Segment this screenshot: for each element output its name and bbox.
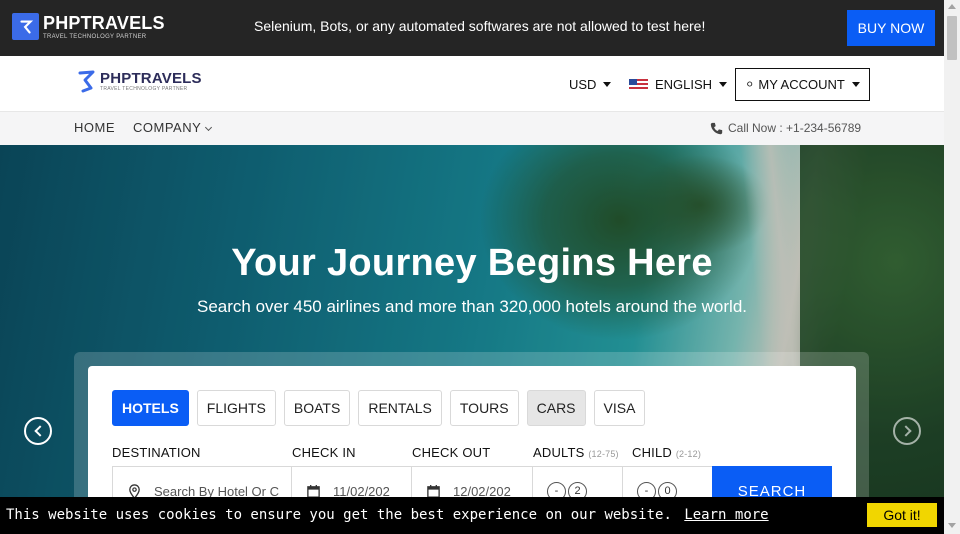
nav-home[interactable]: HOME: [74, 120, 115, 135]
child-range: (2-12): [675, 449, 702, 459]
caret-down-icon: [851, 82, 860, 87]
main-nav: HOME COMPANY Call Now : +1-234-56789: [0, 112, 944, 145]
adults-range: (12-75): [588, 449, 619, 459]
my-account-button[interactable]: ⚪ MY ACCOUNT: [735, 68, 870, 101]
child-label: CHILD (2-12): [632, 445, 701, 460]
language-label: ENGLISH: [655, 77, 713, 92]
tab-visa[interactable]: VISA: [593, 390, 646, 426]
buy-now-button[interactable]: BUY NOW: [847, 10, 935, 46]
cookie-accept-button[interactable]: Got it!: [867, 503, 937, 527]
tab-cars[interactable]: CARS: [526, 390, 586, 426]
top-bar: PHPTRAVELS TRAVEL TECHNOLOGY PARTNER Sel…: [0, 0, 944, 56]
phone-icon: [710, 122, 723, 134]
scroll-thumb[interactable]: [947, 16, 957, 60]
automation-notice: Selenium, Bots, or any automated softwar…: [254, 18, 706, 34]
cookie-message: This website uses cookies to ensure you …: [6, 507, 769, 523]
page-scrollbar[interactable]: [944, 0, 960, 534]
carousel-prev-button[interactable]: [24, 417, 52, 445]
caret-down-icon: [603, 82, 612, 87]
topbar-brand: PHPTRAVELS: [43, 12, 165, 33]
account-label: MY ACCOUNT: [758, 77, 845, 92]
tab-hotels[interactable]: HOTELS: [112, 390, 189, 426]
chevron-right-icon: [899, 425, 912, 437]
adults-label: ADULTS (12-75): [533, 445, 619, 460]
user-icon: ⚪: [745, 79, 755, 91]
logo-icon: [12, 13, 39, 40]
hero-banner: Your Journey Begins Here Search over 450…: [0, 145, 944, 534]
cookie-banner: This website uses cookies to ensure you …: [0, 497, 944, 534]
adults-label-text: ADULTS: [533, 445, 585, 460]
cookie-text: This website uses cookies to ensure you …: [6, 507, 672, 523]
header-tagline: TRAVEL TECHNOLOGY PARTNER: [100, 85, 188, 92]
learn-more-link[interactable]: Learn more: [684, 507, 768, 523]
call-now[interactable]: Call Now : +1-234-56789: [710, 121, 861, 135]
currency-label: USD: [569, 77, 597, 92]
tab-boats[interactable]: BOATS: [283, 390, 351, 426]
tab-rentals[interactable]: RENTALS: [358, 390, 442, 426]
topbar-logo[interactable]: PHPTRAVELS TRAVEL TECHNOLOGY PARTNER: [12, 13, 165, 40]
checkout-label: CHECK OUT: [412, 445, 491, 460]
scroll-up-icon[interactable]: [948, 4, 956, 9]
checkin-label: CHECK IN: [292, 445, 356, 460]
call-now-text: Call Now : +1-234-56789: [728, 121, 862, 135]
header-brand: PHPTRAVELS: [100, 69, 202, 87]
currency-dropdown[interactable]: USD: [569, 77, 612, 92]
topbar-tagline: TRAVEL TECHNOLOGY PARTNER: [43, 33, 147, 40]
scroll-down-icon[interactable]: [948, 523, 956, 528]
hero-title: Your Journey Begins Here: [231, 242, 713, 284]
destination-label: DESTINATION: [112, 445, 201, 460]
chevron-down-icon: [205, 123, 213, 132]
search-tabs: HOTELS FLIGHTS BOATS RENTALS TOURS CARS …: [112, 390, 653, 426]
logo-icon: [78, 70, 95, 93]
child-label-text: CHILD: [632, 445, 673, 460]
tab-flights[interactable]: FLIGHTS: [196, 390, 276, 426]
site-header: PHPTRAVELS TRAVEL TECHNOLOGY PARTNER USD…: [0, 56, 944, 112]
hero-subtitle: Search over 450 airlines and more than 3…: [196, 297, 748, 316]
us-flag-icon: [629, 78, 648, 91]
nav-company[interactable]: COMPANY: [133, 120, 213, 135]
carousel-next-button[interactable]: [893, 417, 921, 445]
nav-company-label: COMPANY: [133, 120, 202, 135]
language-dropdown[interactable]: ENGLISH: [629, 77, 728, 92]
chevron-left-icon: [33, 425, 46, 437]
header-logo[interactable]: PHPTRAVELS TRAVEL TECHNOLOGY PARTNER: [76, 68, 202, 94]
caret-down-icon: [719, 82, 728, 87]
tab-tours[interactable]: TOURS: [449, 390, 519, 426]
